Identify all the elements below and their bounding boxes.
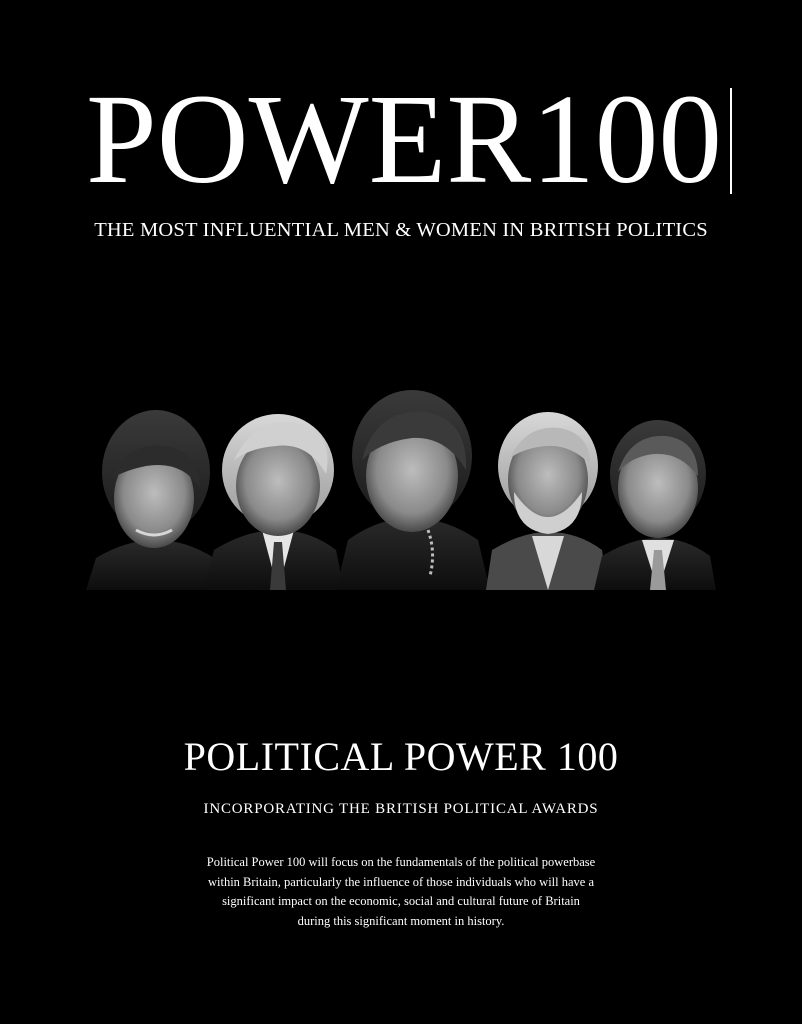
portrait-5 bbox=[594, 420, 716, 590]
section-subtitle: INCORPORATING THE BRITISH POLITICAL AWAR… bbox=[203, 801, 599, 817]
portrait-1 bbox=[86, 410, 224, 590]
portrait-strip bbox=[86, 380, 716, 590]
portrait-3 bbox=[336, 390, 490, 590]
masthead-logo: POWER100 bbox=[86, 86, 732, 189]
body-line-2: within Britain, particularly the influen… bbox=[207, 874, 595, 889]
magazine-page: POWER100 THE MOST INFLUENTIAL MEN & WOME… bbox=[0, 0, 802, 1024]
section-title: POLITICAL POWER 100 bbox=[183, 734, 619, 779]
portrait-4 bbox=[486, 412, 608, 590]
tagline: THE MOST INFLUENTIAL MEN & WOMEN IN BRIT… bbox=[94, 219, 708, 241]
body-line-4: during this significant moment in histor… bbox=[297, 913, 505, 928]
portrait-photo bbox=[86, 390, 716, 590]
masthead-title: POWER100 bbox=[86, 86, 722, 189]
body-line-1: Political Power 100 will focus on the fu… bbox=[206, 855, 596, 869]
masthead-wordmark: POWER100 bbox=[86, 86, 722, 189]
body-line-3: significant impact on the economic, soci… bbox=[222, 894, 580, 908]
body-copy: Political Power 100 will focus on the fu… bbox=[151, 853, 651, 931]
masthead-rule bbox=[730, 88, 732, 194]
portrait-2 bbox=[204, 414, 344, 590]
